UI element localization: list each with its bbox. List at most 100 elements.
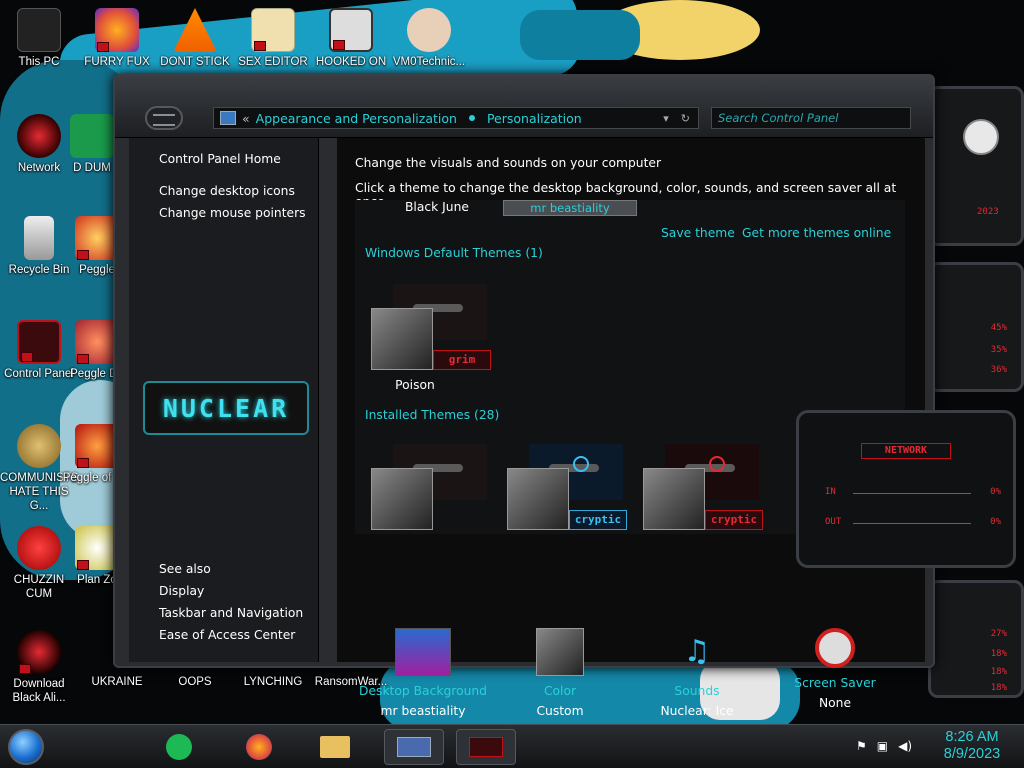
desktop-icon-label: Peggle <box>79 264 115 276</box>
get-more-themes-link[interactable]: Get more themes online <box>742 226 891 240</box>
alien-head-icon <box>963 119 999 155</box>
desktop-icon-dont-stick[interactable]: DONT STICK <box>156 8 234 70</box>
breadcrumb-appearance[interactable]: Appearance and Personalization <box>256 111 457 126</box>
desktop-icon-label: This PC <box>18 56 60 68</box>
gadget-year: 2023 <box>977 207 999 217</box>
breadcrumb-overflow[interactable]: « <box>242 111 250 126</box>
flag-icon[interactable]: ⚑ <box>856 739 867 753</box>
selected-theme[interactable]: mr beastiality <box>503 200 637 216</box>
wallpaper-art <box>520 10 640 60</box>
theme-tile-poison[interactable]: grim Poison <box>365 284 495 392</box>
theme-tile-installed-2[interactable]: cryptic <box>501 444 631 534</box>
maze-game-icon <box>329 8 373 52</box>
cpu-pct-3: 36% <box>990 365 1007 375</box>
firefox-icon <box>246 734 272 760</box>
color-swatch-icon <box>536 628 584 676</box>
theme-name: Poison <box>395 378 435 392</box>
clock-time: 8:26 AM <box>945 729 999 745</box>
drive-gadget: 27% 18% 18% 18% <box>928 580 1024 698</box>
refresh-icon[interactable]: ↻ <box>681 112 690 125</box>
see-also-ease-of-access[interactable]: Ease of Access Center <box>159 628 303 642</box>
see-also-taskbar[interactable]: Taskbar and Navigation <box>159 606 303 620</box>
theme-tile-installed-3[interactable]: cryptic <box>637 444 767 534</box>
control-panel-icon <box>17 320 61 364</box>
address-bar[interactable]: « Appearance and Personalization Persona… <box>213 107 699 129</box>
search-input[interactable] <box>712 108 910 128</box>
desktop-icon-vm0technic[interactable]: VM0Technic... <box>390 8 468 70</box>
sidebar-link-home[interactable]: Control Panel Home <box>159 152 318 166</box>
breadcrumb-personalization[interactable]: Personalization <box>487 111 582 126</box>
desktop-background-button[interactable]: Desktop Background mr beastiality <box>353 628 493 718</box>
default-themes-heading: Windows Default Themes (1) <box>365 246 543 260</box>
start-orb-button[interactable] <box>8 729 44 765</box>
app-icon <box>469 737 503 757</box>
taskbar-clock[interactable]: 8:26 AM 8/9/2023 <box>930 729 1014 763</box>
theme-emblem-icon <box>709 456 725 472</box>
app-icon <box>70 114 114 158</box>
control-panel-window: « Appearance and Personalization Persona… <box>113 74 935 718</box>
sidebar-link-mouse-pointers[interactable]: Change mouse pointers <box>159 206 318 220</box>
current-theme-name[interactable]: Black June <box>405 200 469 214</box>
money-bag-icon <box>17 424 61 468</box>
desktop-icon-hooked-on[interactable]: HOOKED ON <box>312 8 390 70</box>
content-pane: Change the visuals and sounds on your co… <box>337 138 925 718</box>
taskbar-explorer-button[interactable] <box>312 729 358 765</box>
save-theme-link[interactable]: Save theme <box>661 226 735 240</box>
desktop-icon-label: VM0Technic... <box>392 56 466 68</box>
desktop-icon-download-black[interactable]: Download Black Ali... <box>0 630 78 706</box>
desktop-icon-this-pc[interactable]: This PC <box>0 8 78 70</box>
back-forward-button[interactable] <box>145 106 183 130</box>
screen-saver-label: Screen Saver <box>794 676 876 690</box>
color-button[interactable]: Color Custom <box>490 628 630 718</box>
desktop-icon-label: SEX EDITOR <box>238 56 308 68</box>
network-in-graph <box>853 493 971 494</box>
network-in-label: IN <box>825 487 836 497</box>
network-out-label: OUT <box>825 517 842 527</box>
sidebar: Control Panel Home Change desktop icons … <box>129 138 319 662</box>
system-gadget-top: 2023 <box>928 86 1024 246</box>
nuclear-logo: NUCLEAR <box>143 381 309 435</box>
screen-saver-button[interactable]: Screen Saver None <box>765 628 905 710</box>
volume-icon[interactable]: ◀) <box>898 739 912 753</box>
search-box[interactable] <box>711 107 911 129</box>
control-panel-icon <box>397 737 431 757</box>
theme-badge: cryptic <box>569 510 627 530</box>
sidebar-link-desktop-icons[interactable]: Change desktop icons <box>159 184 318 198</box>
desktop-icon-ukraine[interactable]: UKRAINE <box>78 676 156 690</box>
vlc-cone-icon <box>173 8 217 52</box>
desktop-icon-label: HOOKED ON <box>315 56 387 68</box>
theme-color-swatch <box>371 308 433 370</box>
sounds-button[interactable]: ♫ Sounds Nuclear: Ice <box>627 628 767 718</box>
alien-red-icon <box>17 630 61 674</box>
network-out-pct: 0% <box>990 517 1001 527</box>
taskbar-spotify-button[interactable] <box>156 729 202 765</box>
window-toolbar: « Appearance and Personalization Persona… <box>115 76 933 138</box>
cpu-pct-2: 35% <box>990 345 1007 355</box>
theme-tile-installed-1[interactable] <box>365 444 495 534</box>
theme-color-swatch <box>371 468 433 530</box>
desktop-icon-label: Download Black Ali... <box>12 678 66 704</box>
sounds-label: Sounds <box>674 684 720 698</box>
recycle-bin-icon <box>24 216 54 260</box>
desktop-icon-oops[interactable]: OOPS <box>156 676 234 690</box>
network-out-row: OUT 0% <box>825 517 1001 527</box>
desktop-icon-label: CHUZZIN CUM <box>13 574 65 600</box>
drive-pct-1: 27% <box>990 629 1007 639</box>
dropdown-arrow-icon[interactable]: ▾ <box>663 112 669 125</box>
desktop-icon-lynching[interactable]: LYNCHING <box>234 676 312 690</box>
desktop-icon-label: Network <box>17 162 61 174</box>
network-title: NETWORK <box>861 443 951 459</box>
theme-badge: cryptic <box>705 510 763 530</box>
see-also-display[interactable]: Display <box>159 584 303 598</box>
theme-color-swatch <box>643 468 705 530</box>
desktop-icon-furry-fux[interactable]: FURRY FUX <box>78 8 156 70</box>
taskbar-control-panel-button[interactable] <box>384 729 444 765</box>
drive-pct-2: 18% <box>990 649 1007 659</box>
taskbar: ⚑ ▣ ◀) 8:26 AM 8/9/2023 <box>0 724 1024 768</box>
taskbar-firefox-button[interactable] <box>236 729 282 765</box>
taskbar-app-button[interactable] <box>456 729 516 765</box>
network-tray-icon[interactable]: ▣ <box>877 739 888 753</box>
desktop-icon-sex-editor[interactable]: SEX EDITOR <box>234 8 312 70</box>
desktop-background-value: mr beastiality <box>380 704 466 718</box>
theme-badge: grim <box>433 350 491 370</box>
